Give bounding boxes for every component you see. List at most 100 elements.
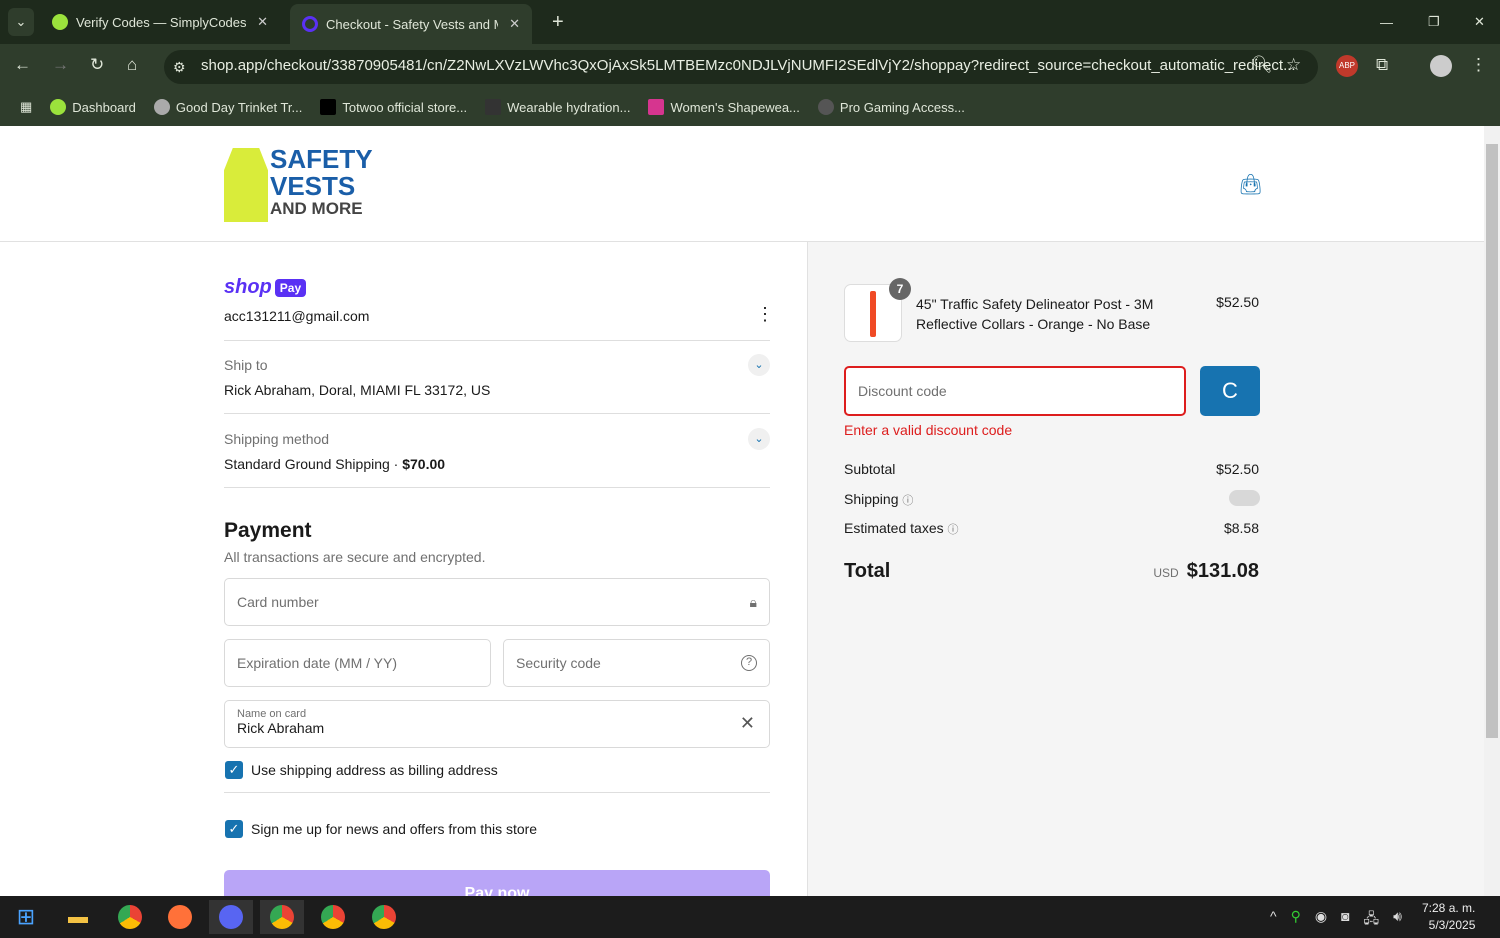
close-icon[interactable]: ✕	[257, 14, 268, 30]
shipping-method-price: $70.00	[402, 456, 446, 472]
tab-strip: ⌄ Verify Codes — SimplyCodes ✕ Checkout -…	[0, 0, 1500, 44]
shop-icon	[302, 16, 318, 32]
store-logo[interactable]: SAFETY VESTS AND MORE	[270, 146, 373, 218]
discord-icon[interactable]	[209, 900, 253, 934]
apps-icon[interactable]: ▦	[20, 99, 32, 115]
bookmark-label: Good Day Trinket Tr...	[175, 99, 303, 115]
taskbar: ⊞ ▬ ^ ⚲ ◉ ◙ 🖧︎ 🔊︎ 7:28 a. m. 5/3/2025	[0, 896, 1500, 938]
shipping-label: Shipping	[844, 491, 899, 507]
bookmark-shapewear[interactable]: Women's Shapewea...	[648, 99, 800, 115]
tab-search-button[interactable]: ⌄	[8, 8, 34, 36]
ship-to-label: Ship to	[224, 357, 268, 373]
site-info-icon[interactable]: ⚙	[173, 59, 186, 76]
quantity-badge: 7	[889, 278, 911, 300]
billing-checkbox[interactable]: ✓	[225, 761, 243, 779]
forward-icon[interactable]: →	[52, 55, 69, 75]
new-tab-button[interactable]: +	[540, 6, 576, 38]
security-code-input[interactable]: Security code?	[503, 639, 770, 687]
system-tray[interactable]: ^ ⚲ ◉ ◙ 🖧︎ 🔊︎	[1270, 908, 1402, 932]
menu-icon[interactable]: ⋮	[1470, 55, 1487, 75]
help-icon[interactable]: ?	[741, 655, 757, 671]
chrome-profile-icon[interactable]	[260, 900, 304, 934]
scrollbar-thumb[interactable]	[1486, 144, 1498, 738]
total-value: USD $131.08	[1153, 560, 1259, 583]
taxes-row-label: Estimated taxes ⓘ	[844, 520, 959, 537]
close-icon[interactable]: ✕	[509, 16, 520, 32]
newsletter-checkbox[interactable]: ✓	[225, 820, 243, 838]
chevron-down-icon[interactable]: ⌄	[748, 354, 770, 376]
newsletter-checkbox-label: Sign me up for news and offers from this…	[251, 821, 538, 837]
shipping-method-value: Standard Ground Shipping · $70.00	[224, 456, 445, 472]
bookmark-totwoo[interactable]: Totwoo official store...	[320, 99, 467, 115]
start-button[interactable]: ⊞	[4, 900, 48, 934]
simplycodes-icon	[52, 14, 68, 30]
address-bar[interactable]: shop.app/checkout/33870905481/cn/Z2NwLXV…	[164, 50, 1318, 84]
clock-date: 5/3/2025	[1428, 918, 1476, 932]
name-on-card-input[interactable]: Name on card Rick Abraham ✕	[224, 700, 770, 748]
more-options-icon[interactable]: ⋮	[756, 304, 774, 325]
file-explorer-icon[interactable]: ▬	[56, 900, 100, 934]
pay-now-button[interactable]: Pay now	[224, 870, 770, 896]
chrome-icon[interactable]	[108, 900, 152, 934]
shopping-bag-icon[interactable]: 👜︎	[1238, 172, 1263, 197]
shipping-loading-placeholder	[1229, 490, 1260, 506]
bookmark-star-icon[interactable]: ☆	[1286, 55, 1301, 75]
help-icon[interactable]: ⓘ	[948, 524, 959, 536]
back-icon[interactable]: ←	[14, 55, 31, 75]
profile-avatar[interactable]	[1430, 55, 1452, 77]
card-number-input[interactable]: Card number 🔒︎	[224, 578, 770, 626]
chrome-profile-icon[interactable]	[311, 900, 355, 934]
url-text: shop.app/checkout/33870905481/cn/Z2NwLXV…	[201, 57, 1296, 74]
subtotal-label: Subtotal	[844, 461, 896, 477]
logo-vest-icon	[224, 148, 268, 222]
name-on-card-value: Rick Abraham	[237, 720, 325, 736]
discount-code-input[interactable]: Discount code	[844, 366, 1186, 416]
clock[interactable]: 7:28 a. m. 5/3/2025	[1422, 900, 1475, 934]
bookmark-hydration[interactable]: Wearable hydration...	[485, 99, 630, 115]
clear-icon[interactable]: ✕	[740, 713, 755, 734]
network-wired-icon[interactable]: 🖧︎	[1364, 908, 1380, 932]
chevron-down-icon[interactable]: ⌄	[748, 428, 770, 450]
help-icon[interactable]: ⓘ	[902, 495, 913, 507]
adblock-icon[interactable]: ABP	[1336, 55, 1358, 77]
tab-checkout[interactable]: Checkout - Safety Vests and Mo ✕	[290, 4, 532, 44]
page-scrollbar[interactable]	[1484, 126, 1500, 896]
home-icon[interactable]: ⌂	[127, 55, 137, 75]
logo-text: VESTS	[270, 171, 356, 201]
expiry-input[interactable]: Expiration date (MM / YY)	[224, 639, 491, 687]
placeholder: Expiration date (MM / YY)	[237, 655, 398, 671]
pay-now-label: Pay now	[464, 885, 530, 896]
name-on-card-label: Name on card	[237, 708, 307, 720]
discord-tray-icon[interactable]: ◙	[1341, 908, 1349, 932]
close-window-button[interactable]: ✕	[1462, 6, 1497, 38]
zoom-icon[interactable]: 🔍︎	[1251, 55, 1273, 75]
network-icon[interactable]: ⚲	[1291, 908, 1301, 932]
firefox-icon[interactable]	[158, 900, 202, 934]
currency: USD	[1153, 566, 1179, 580]
reload-icon[interactable]: ↻	[90, 55, 104, 75]
tab-simplycodes[interactable]: Verify Codes — SimplyCodes ✕	[40, 6, 280, 38]
restore-button[interactable]: ❐	[1416, 6, 1452, 38]
total-amount: $131.08	[1186, 560, 1259, 582]
bookmark-pro-gaming[interactable]: Pro Gaming Access...	[817, 99, 965, 115]
delineator-image	[870, 291, 876, 337]
chevron-up-icon[interactable]: ^	[1270, 908, 1277, 932]
placeholder: Discount code	[858, 383, 947, 399]
minimize-button[interactable]: —	[1368, 6, 1405, 38]
shop-pay-badge: Pay	[274, 278, 307, 297]
shipping-row-label: Shipping ⓘ	[844, 491, 913, 508]
app-tray-icon[interactable]: ◉	[1315, 908, 1327, 932]
product-title: 45" Traffic Safety Delineator Post - 3M …	[916, 296, 1154, 332]
volume-icon[interactable]: 🔊︎	[1393, 908, 1402, 932]
loading-spinner-icon: C	[1222, 378, 1238, 403]
chrome-profile-icon[interactable]	[362, 900, 406, 934]
extensions-icon[interactable]: ⧉	[1376, 55, 1388, 75]
apply-discount-button[interactable]: C	[1200, 366, 1260, 416]
store-header: SAFETY VESTS AND MORE 👜︎	[0, 126, 1484, 242]
bookmark-label: Women's Shapewea...	[670, 99, 800, 115]
taxes-value: $8.58	[1223, 520, 1259, 536]
subtotal-value: $52.50	[1216, 461, 1259, 477]
bookmark-good-day[interactable]: Good Day Trinket Tr...	[153, 99, 303, 115]
bookmark-dashboard[interactable]: Dashboard	[50, 99, 136, 115]
tab-title: Verify Codes — SimplyCodes	[76, 14, 247, 30]
